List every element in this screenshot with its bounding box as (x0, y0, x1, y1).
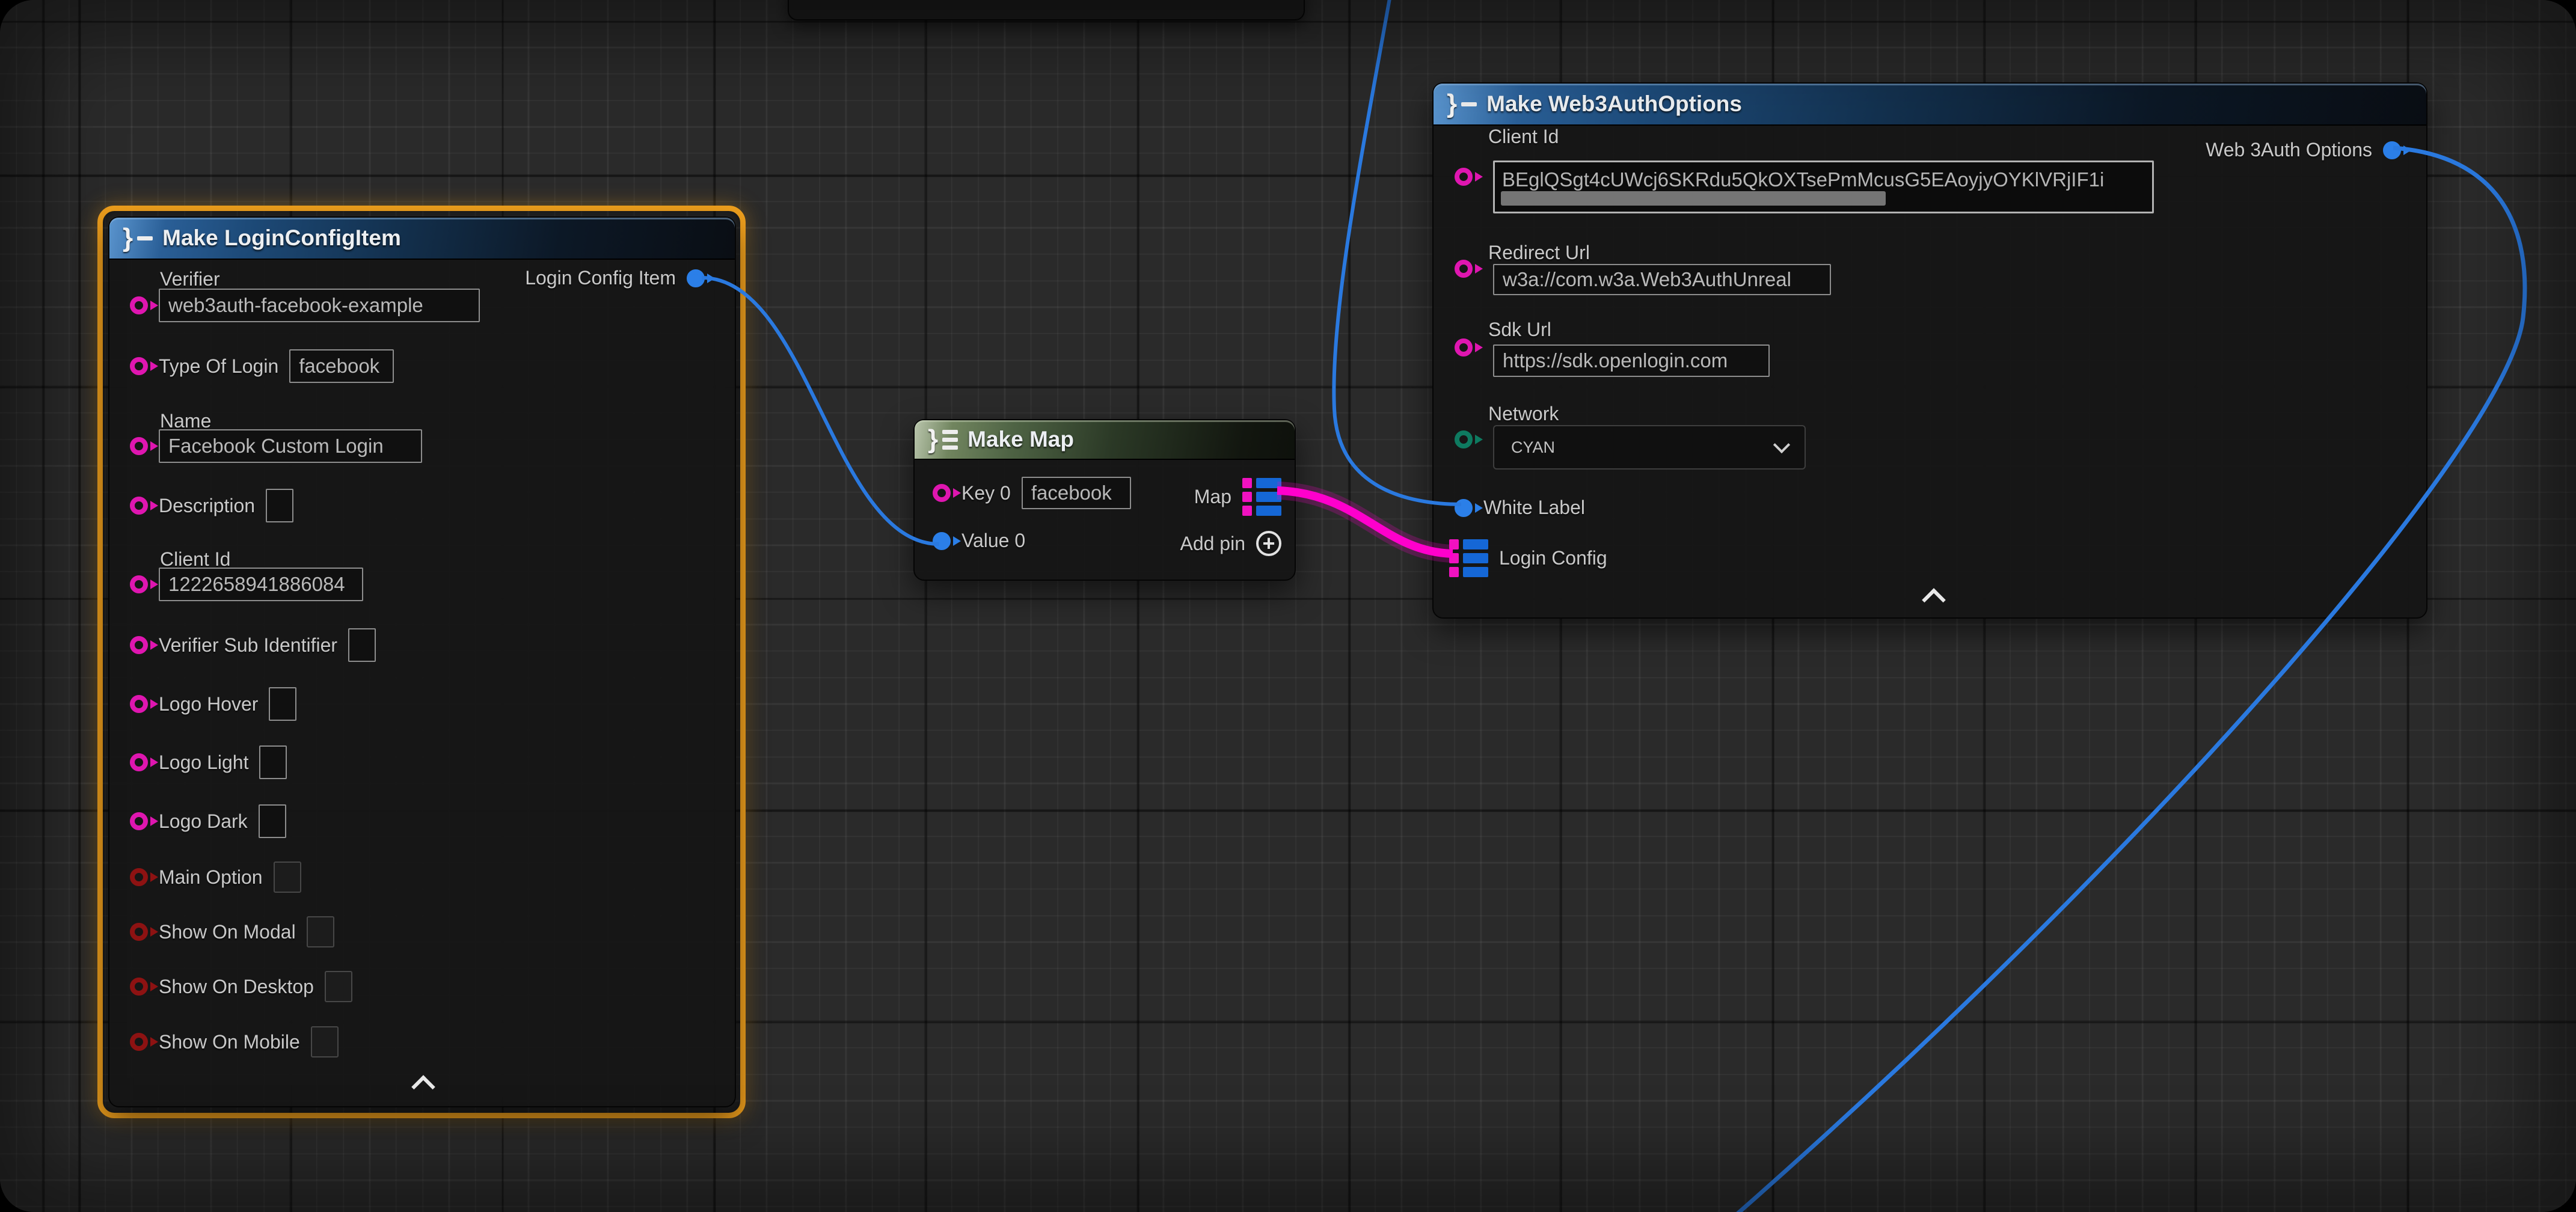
client-id-scrollbar[interactable] (1501, 191, 1886, 206)
sdk-url-input[interactable]: https://sdk.openlogin.com (1493, 344, 1770, 377)
partial-node[interactable] (788, 0, 1305, 20)
field-row-name: Facebook Custom Login (130, 429, 422, 463)
node-header[interactable]: } Make Web3AuthOptions (1434, 84, 2426, 126)
output-pin-row-map: Map (1194, 478, 1281, 516)
add-pin-label: Add pin (1180, 533, 1245, 555)
field-row-sdk-url: https://sdk.openlogin.com (1493, 344, 1770, 377)
input-pin-login-config[interactable] (1449, 539, 1488, 577)
logo-hover-input[interactable] (269, 687, 296, 721)
collapse-chevron-icon[interactable] (1922, 588, 1946, 612)
field-row-verifier-sub-identifier: Verifier Sub Identifier (130, 628, 376, 662)
node-title: Make Map (968, 427, 1074, 452)
input-pin-key0[interactable] (933, 484, 951, 502)
output-pin-map[interactable] (1242, 478, 1281, 516)
field-label: Client Id (1488, 126, 1559, 148)
input-pin-show-on-mobile[interactable] (130, 1033, 148, 1051)
type-of-login-input[interactable]: facebook (289, 349, 394, 383)
input-pin-name[interactable] (130, 437, 148, 455)
field-row-show-on-desktop: Show On Desktop (130, 971, 352, 1002)
client-id-input[interactable]: BEglQSgt4cUWcj6SKRdu5QkOXTsePmMcusG5EAoy… (1493, 161, 2154, 213)
input-pin-logo-hover[interactable] (130, 695, 148, 713)
verifier-sub-identifier-input[interactable] (348, 628, 376, 662)
field-row-description: Description (130, 489, 293, 522)
field-row-type-of-login: Type Of Login facebook (130, 349, 394, 383)
input-pin-sdk-url[interactable] (1455, 338, 1473, 357)
field-row-logo-light: Logo Light (130, 745, 287, 779)
output-pin-row: Web 3Auth Options (2206, 139, 2401, 161)
input-pin-client-id[interactable] (1455, 168, 1473, 186)
show-on-mobile-checkbox[interactable] (311, 1026, 339, 1057)
input-pin-type-of-login[interactable] (130, 357, 148, 375)
chevron-down-icon (1773, 436, 1790, 453)
field-label: Network (1488, 403, 1559, 425)
add-pin-button[interactable]: + (1256, 531, 1281, 556)
show-on-modal-checkbox[interactable] (307, 916, 334, 947)
node-title: Make Web3AuthOptions (1486, 91, 1742, 117)
output-pin-row: Login Config Item (525, 267, 705, 289)
input-pin-client-id[interactable] (130, 575, 148, 593)
node-make-web3authoptions[interactable]: } Make Web3AuthOptions Web 3Auth Options… (1432, 82, 2427, 619)
input-pin-verifier-sub-identifier[interactable] (130, 636, 148, 654)
key0-input[interactable]: facebook (1022, 477, 1131, 509)
field-row-main-option: Main Option (130, 862, 301, 893)
field-label: Redirect Url (1488, 242, 1590, 264)
field-row-show-on-mobile: Show On Mobile (130, 1026, 339, 1057)
input-pin-verifier[interactable] (130, 296, 148, 314)
make-map-icon: } (928, 427, 958, 451)
output-pin-label: Web 3Auth Options (2206, 139, 2372, 161)
make-struct-icon: } (1447, 92, 1477, 116)
add-pin-row: Add pin + (1180, 531, 1281, 556)
collapse-chevron-icon[interactable] (411, 1075, 435, 1099)
field-row-client-id: 1222658941886084 (130, 568, 363, 601)
show-on-desktop-checkbox[interactable] (325, 971, 352, 1002)
graph-canvas[interactable]: } Make LoginConfigItem Login Config Item… (0, 0, 2576, 1212)
input-pin-show-on-modal[interactable] (130, 923, 148, 941)
input-pin-white-label[interactable] (1455, 499, 1473, 517)
logo-light-input[interactable] (259, 745, 287, 779)
input-pin-main-option[interactable] (130, 868, 148, 886)
node-header[interactable]: } Make Map (915, 420, 1295, 460)
network-dropdown[interactable]: CYAN (1493, 425, 1806, 470)
input-pin-description[interactable] (130, 497, 148, 515)
field-label: Sdk Url (1488, 319, 1551, 341)
input-pin-logo-light[interactable] (130, 753, 148, 771)
node-title: Make LoginConfigItem (162, 225, 401, 251)
network-dropdown-value: CYAN (1511, 438, 1555, 457)
client-id-input[interactable]: 1222658941886084 (159, 568, 363, 601)
field-row-redirect-url: w3a://com.w3a.Web3AuthUnreal (1493, 264, 1831, 295)
field-row-login-config: Login Config (1449, 539, 1607, 577)
main-option-checkbox[interactable] (274, 862, 301, 893)
input-pin-show-on-desktop[interactable] (130, 978, 148, 996)
logo-dark-input[interactable] (259, 804, 286, 838)
field-row-white-label: White Label (1455, 497, 1585, 519)
node-make-loginconfigitem[interactable]: } Make LoginConfigItem Login Config Item… (108, 216, 736, 1107)
field-row-value0: Value 0 (933, 530, 1025, 552)
name-input[interactable]: Facebook Custom Login (159, 429, 422, 463)
description-input[interactable] (266, 489, 293, 522)
field-row-key0: Key 0 facebook (933, 477, 1131, 509)
field-row-verifier: web3auth-facebook-example (130, 289, 480, 322)
field-label: Verifier (160, 268, 220, 290)
field-row-logo-hover: Logo Hover (130, 687, 296, 721)
verifier-input[interactable]: web3auth-facebook-example (159, 289, 480, 322)
input-pin-logo-dark[interactable] (130, 812, 148, 830)
output-pin-label: Login Config Item (525, 267, 676, 289)
input-pin-network[interactable] (1455, 430, 1473, 448)
field-row-logo-dark: Logo Dark (130, 804, 286, 838)
input-pin-redirect-url[interactable] (1455, 260, 1473, 278)
make-struct-icon: } (123, 226, 153, 250)
redirect-url-input[interactable]: w3a://com.w3a.Web3AuthUnreal (1493, 264, 1831, 295)
field-row-show-on-modal: Show On Modal (130, 916, 334, 947)
node-make-map[interactable]: } Make Map Key 0 facebook Map Value 0 Ad… (913, 419, 1296, 581)
node-header[interactable]: } Make LoginConfigItem (109, 218, 735, 260)
input-pin-value0[interactable] (933, 532, 951, 550)
